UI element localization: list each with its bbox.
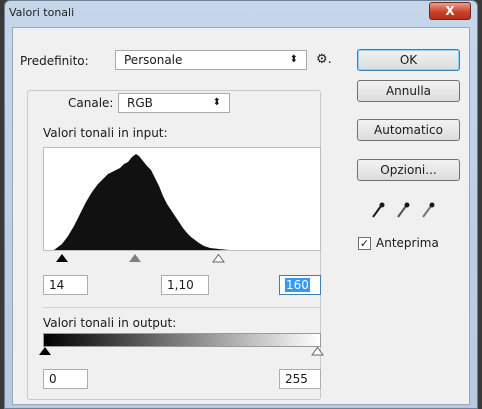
output-gradient-bar <box>43 333 321 347</box>
gray-eyedropper-icon[interactable] <box>397 202 410 218</box>
input-gamma-field[interactable]: 1,10 <box>161 275 209 295</box>
preview-label: Anteprima <box>376 236 439 250</box>
input-white-field[interactable]: 160 <box>279 275 321 295</box>
output-white-field[interactable]: 255 <box>279 369 321 389</box>
input-levels-label: Valori tonali in input: <box>43 126 168 140</box>
output-levels-label: Valori tonali in output: <box>43 316 177 330</box>
preset-select[interactable]: Personale ⬍ <box>115 50 307 70</box>
cancel-button[interactable]: Annulla <box>357 80 460 102</box>
input-black-field[interactable]: 14 <box>43 275 88 295</box>
white-eyedropper-icon[interactable] <box>422 202 435 218</box>
auto-button[interactable]: Automatico <box>357 119 460 141</box>
input-white-value: 160 <box>285 278 310 292</box>
select-arrows-icon: ⬍ <box>212 97 221 108</box>
black-eyedropper-icon[interactable] <box>372 202 385 218</box>
histogram-graph <box>44 154 229 250</box>
input-black-point-handle[interactable] <box>56 254 68 262</box>
preset-label: Predefinito: <box>20 54 89 68</box>
options-button[interactable]: Opzioni... <box>357 159 460 181</box>
input-white-point-handle[interactable] <box>212 254 225 263</box>
input-gamma-handle[interactable] <box>129 254 141 262</box>
channel-select[interactable]: RGB ⬍ <box>118 93 230 113</box>
output-black-handle[interactable] <box>39 347 51 355</box>
preview-checkbox[interactable]: ✓ <box>358 237 371 250</box>
preset-value: Personale <box>124 53 183 67</box>
title-bar: Valori tonali X <box>5 1 477 25</box>
channel-label: Canale: <box>68 96 114 110</box>
separator <box>43 307 321 308</box>
preset-options-gear-icon[interactable]: ⚙. <box>316 52 332 67</box>
window-title: Valori tonali <box>9 6 75 19</box>
close-button[interactable]: X <box>429 2 471 20</box>
eyedropper-group <box>372 202 435 218</box>
ok-button[interactable]: OK <box>357 49 460 71</box>
channel-value: RGB <box>127 96 153 110</box>
select-arrows-icon: ⬍ <box>289 54 298 65</box>
output-white-handle[interactable] <box>311 347 324 356</box>
output-black-field[interactable]: 0 <box>43 369 88 389</box>
histogram <box>43 147 321 251</box>
